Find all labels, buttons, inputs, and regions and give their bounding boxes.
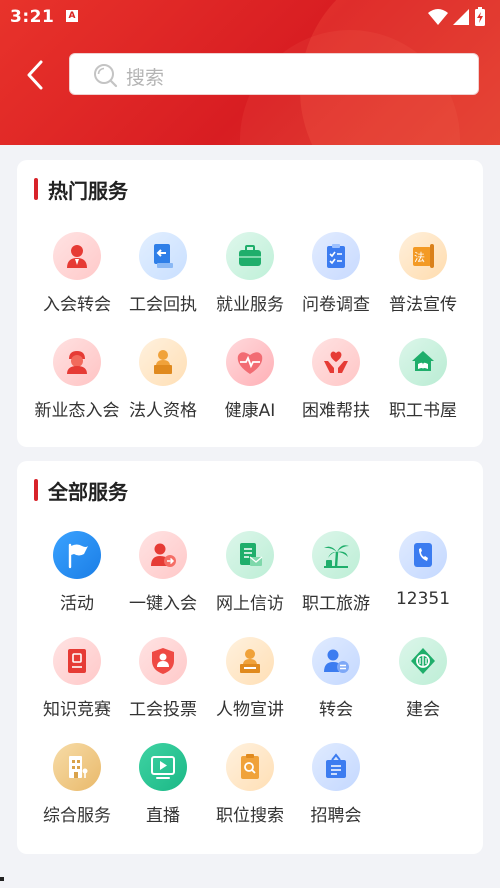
book-house-icon <box>399 338 447 386</box>
notification-icon: A <box>66 10 78 22</box>
user-transfer-icon <box>53 232 101 280</box>
service-item[interactable]: 职位搜索 <box>200 743 300 843</box>
phone-icon <box>399 531 447 579</box>
service-item[interactable]: 问卷调查 <box>286 232 386 332</box>
service-item[interactable]: 综合服务 <box>27 743 127 843</box>
service-item[interactable]: 职工旅游 <box>286 531 386 631</box>
union-emblem-icon <box>399 637 447 685</box>
service-item[interactable]: 一键入会 <box>113 531 213 631</box>
service-item[interactable]: 入会转会 <box>27 232 127 332</box>
clipboard-icon <box>312 232 360 280</box>
section-accent-bar <box>34 178 38 200</box>
receipt-icon <box>139 232 187 280</box>
service-item[interactable]: 活动 <box>27 531 127 631</box>
hot-services-card: 热门服务 入会转会 工会回执 就业服务 问卷调查 法 普法宣传 新业态入会 法人… <box>17 160 483 447</box>
status-time: 3:21 <box>10 7 55 27</box>
edge-marker <box>0 877 4 881</box>
service-label: 12351 <box>395 589 451 609</box>
flag-icon <box>53 531 101 579</box>
search-icon <box>94 64 118 88</box>
palm-tree-icon <box>312 531 360 579</box>
service-item[interactable]: 人物宣讲 <box>200 637 300 737</box>
battery-icon <box>475 7 485 26</box>
service-item[interactable]: 转会 <box>286 637 386 737</box>
heart-pulse-icon <box>226 338 274 386</box>
section-title: 全部服务 <box>48 480 128 504</box>
service-item[interactable]: 就业服务 <box>200 232 300 332</box>
app-header: 3:21 A 搜索 <box>0 0 500 145</box>
vote-shield-icon <box>139 637 187 685</box>
service-item[interactable]: 法人资格 <box>113 338 213 438</box>
job-search-icon <box>226 743 274 791</box>
service-item[interactable]: 职工书屋 <box>373 338 473 438</box>
service-item[interactable]: 工会投票 <box>113 637 213 737</box>
service-item[interactable]: 直播 <box>113 743 213 843</box>
service-label: 普法宣传 <box>389 295 457 315</box>
all-services-card: 全部服务 活动 一键入会 网上信访 职工旅游 12351 知识竞赛 工会投票 人… <box>17 461 483 854</box>
service-item[interactable]: 知识竞赛 <box>27 637 127 737</box>
search-placeholder: 搜索 <box>126 67 165 89</box>
signal-icon <box>453 9 469 25</box>
section-title: 热门服务 <box>48 179 128 203</box>
helping-hands-icon <box>312 338 360 386</box>
search-input[interactable]: 搜索 <box>69 53 479 95</box>
back-button[interactable] <box>20 58 50 92</box>
service-item[interactable]: 健康AI <box>200 338 300 438</box>
speaker-person-icon <box>226 637 274 685</box>
chevron-left-icon <box>27 60 43 90</box>
service-item[interactable]: 12351 <box>373 531 473 631</box>
service-item[interactable]: 网上信访 <box>200 531 300 631</box>
wifi-icon <box>428 9 448 25</box>
quiz-book-icon <box>53 637 101 685</box>
briefcase-icon <box>226 232 274 280</box>
status-icons <box>428 7 486 27</box>
podium-person-icon <box>139 338 187 386</box>
service-label: 建会 <box>406 700 440 720</box>
service-label: 招聘会 <box>310 806 362 826</box>
service-item[interactable]: 困难帮扶 <box>286 338 386 438</box>
recruit-board-icon <box>312 743 360 791</box>
law-scroll-icon: 法 <box>399 232 447 280</box>
building-icon <box>53 743 101 791</box>
user-login-icon <box>139 531 187 579</box>
service-item[interactable]: 工会回执 <box>113 232 213 332</box>
service-item[interactable]: 新业态入会 <box>27 338 127 438</box>
user-swap-icon <box>312 637 360 685</box>
courier-icon <box>53 338 101 386</box>
letter-icon <box>226 531 274 579</box>
service-label: 职工书屋 <box>389 401 457 421</box>
service-item[interactable]: 法 普法宣传 <box>373 232 473 332</box>
status-bar: 3:21 A <box>0 0 500 34</box>
live-play-icon <box>139 743 187 791</box>
service-item[interactable]: 建会 <box>373 637 473 737</box>
section-accent-bar <box>34 479 38 501</box>
service-item[interactable]: 招聘会 <box>286 743 386 843</box>
svg-text:法: 法 <box>414 250 425 264</box>
